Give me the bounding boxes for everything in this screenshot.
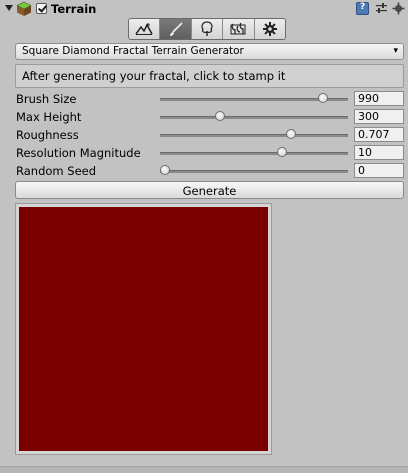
foldout-arrow-icon[interactable] <box>5 5 13 11</box>
param-value: 300 <box>358 110 379 123</box>
param-value-field[interactable]: 990 <box>354 91 404 106</box>
fractal-preview-image[interactable] <box>19 207 268 451</box>
param-value-field[interactable]: 0 <box>354 163 404 178</box>
param-row-random-seed: Random Seed 0 <box>0 163 408 179</box>
slider-thumb[interactable] <box>277 147 288 157</box>
tool-raise-lower-button[interactable] <box>129 19 161 39</box>
param-row-resolution-magnitude: Resolution Magnitude 10 <box>0 145 408 161</box>
param-label: Max Height <box>16 110 82 124</box>
component-title: Terrain <box>51 2 97 16</box>
tool-paint-details-button[interactable] <box>223 19 255 39</box>
tool-settings-button[interactable] <box>254 19 285 39</box>
param-value-field[interactable]: 300 <box>354 109 404 124</box>
paint-details-icon <box>230 22 246 35</box>
enabled-checkbox[interactable] <box>36 3 47 14</box>
generator-dropdown[interactable]: Square Diamond Fractal Terrain Generator… <box>15 43 404 60</box>
param-row-brush-size: Brush Size 990 <box>0 91 408 107</box>
terrain-tool-toolbar <box>128 18 286 40</box>
tool-paint-button[interactable] <box>160 19 192 39</box>
help-book-icon[interactable] <box>356 2 369 15</box>
raise-lower-terrain-icon <box>135 23 153 35</box>
param-value: 10 <box>358 146 372 159</box>
slider-thumb[interactable] <box>215 111 226 121</box>
slider-thumb[interactable] <box>318 93 329 103</box>
param-value: 0 <box>358 164 365 177</box>
help-box: After generating your fractal, click to … <box>15 64 404 88</box>
component-header: Terrain <box>0 0 408 18</box>
generate-button[interactable]: Generate <box>15 181 404 199</box>
generator-selected-label: Square Diamond Fractal Terrain Generator <box>22 45 244 57</box>
help-box-text: After generating your fractal, click to … <box>22 69 286 83</box>
settings-gear-icon[interactable] <box>392 2 405 15</box>
dropdown-arrow-icon: ▾ <box>393 46 398 56</box>
param-value-field[interactable]: 0.707 <box>354 127 404 142</box>
param-value: 990 <box>358 92 379 105</box>
param-value-field[interactable]: 10 <box>354 145 404 160</box>
tool-place-trees-button[interactable] <box>191 19 224 39</box>
slider-thumb[interactable] <box>160 165 170 175</box>
terrain-component-icon <box>16 1 32 16</box>
param-row-max-height: Max Height 300 <box>0 109 408 125</box>
generate-button-label: Generate <box>182 184 237 198</box>
paint-brush-icon <box>169 22 183 36</box>
param-label: Resolution Magnitude <box>16 146 141 160</box>
param-value: 0.707 <box>358 128 390 141</box>
slider-track[interactable] <box>160 152 348 155</box>
param-label: Roughness <box>16 128 79 142</box>
preset-sliders-icon[interactable] <box>375 2 388 15</box>
slider-thumb[interactable] <box>286 129 297 139</box>
param-row-roughness: Roughness 0.707 <box>0 127 408 143</box>
place-trees-icon <box>201 21 213 36</box>
slider-track[interactable] <box>160 134 348 137</box>
param-label: Random Seed <box>16 164 97 178</box>
slider-track[interactable] <box>160 170 348 173</box>
slider-track[interactable] <box>160 116 348 119</box>
terrain-settings-icon <box>262 22 277 36</box>
param-label: Brush Size <box>16 92 77 106</box>
